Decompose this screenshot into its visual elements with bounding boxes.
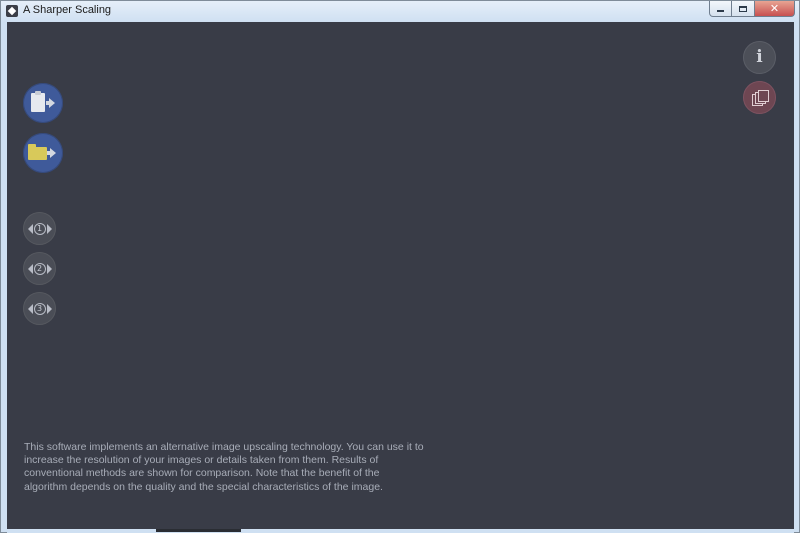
maximize-button[interactable] xyxy=(732,1,755,17)
method-3-button[interactable]: 3 xyxy=(23,292,56,325)
maximize-icon xyxy=(739,5,747,12)
paste-from-clipboard-button[interactable] xyxy=(23,83,63,123)
window-title: A Sharper Scaling xyxy=(23,4,112,16)
description-text: This software implements an alternative … xyxy=(24,441,424,493)
info-icon: i xyxy=(756,47,763,67)
app-window: A Sharper Scaling ✕ 1 2 3 i This softwar… xyxy=(0,0,800,533)
eye-method-icon: 3 xyxy=(27,302,52,316)
close-icon: ✕ xyxy=(769,2,780,15)
window-bottom-border xyxy=(7,529,794,533)
folder-arrow-icon xyxy=(28,142,58,164)
eye-method-icon: 2 xyxy=(27,262,52,276)
method-number: 3 xyxy=(33,302,46,315)
method-number: 2 xyxy=(33,262,46,275)
close-button[interactable]: ✕ xyxy=(755,1,795,17)
window-controls: ✕ xyxy=(709,1,795,17)
minimize-button[interactable] xyxy=(709,1,732,17)
pages-icon xyxy=(751,89,769,107)
info-button[interactable]: i xyxy=(743,41,776,74)
clipboard-arrow-icon xyxy=(28,91,58,114)
method-1-button[interactable]: 1 xyxy=(23,212,56,245)
compare-pages-button[interactable] xyxy=(743,81,776,114)
open-folder-button[interactable] xyxy=(23,133,63,173)
main-canvas: 1 2 3 i This software implements an alte… xyxy=(7,22,794,529)
method-2-button[interactable]: 2 xyxy=(23,252,56,285)
method-number: 1 xyxy=(33,222,46,235)
app-icon[interactable] xyxy=(6,5,18,17)
title-bar[interactable]: A Sharper Scaling ✕ xyxy=(1,1,799,22)
taskbar-fragment xyxy=(156,529,241,532)
minimize-icon xyxy=(717,9,724,12)
eye-method-icon: 1 xyxy=(27,222,52,236)
